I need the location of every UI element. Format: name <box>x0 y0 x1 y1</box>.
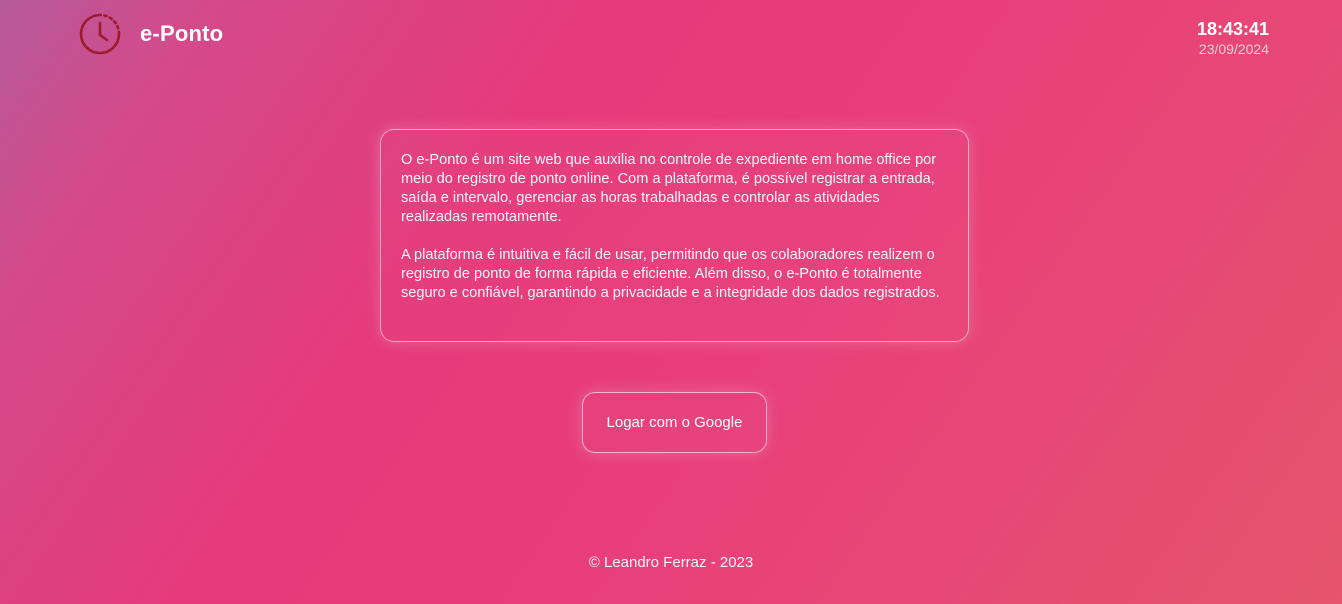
brand[interactable]: e-Ponto <box>79 13 223 55</box>
google-login-button[interactable]: Logar com o Google <box>582 392 767 453</box>
current-time: 18:43:41 <box>1196 19 1269 39</box>
footer-copyright: © Leandro Ferraz - 2023 <box>588 554 754 571</box>
clock-icon <box>79 13 121 55</box>
current-datetime: 18:43:41 23/09/2024 <box>1197 18 1269 58</box>
about-card: O e-Ponto é um site web que auxilia no c… <box>380 129 969 342</box>
about-paragraph-2: A plataforma é intuitiva e fácil de usar… <box>401 247 940 301</box>
current-date: 23/09/2024 <box>1198 41 1269 57</box>
brand-name: e-Ponto <box>140 21 224 46</box>
about-paragraph-1: O e-Ponto é um site web que auxilia no c… <box>401 152 937 225</box>
